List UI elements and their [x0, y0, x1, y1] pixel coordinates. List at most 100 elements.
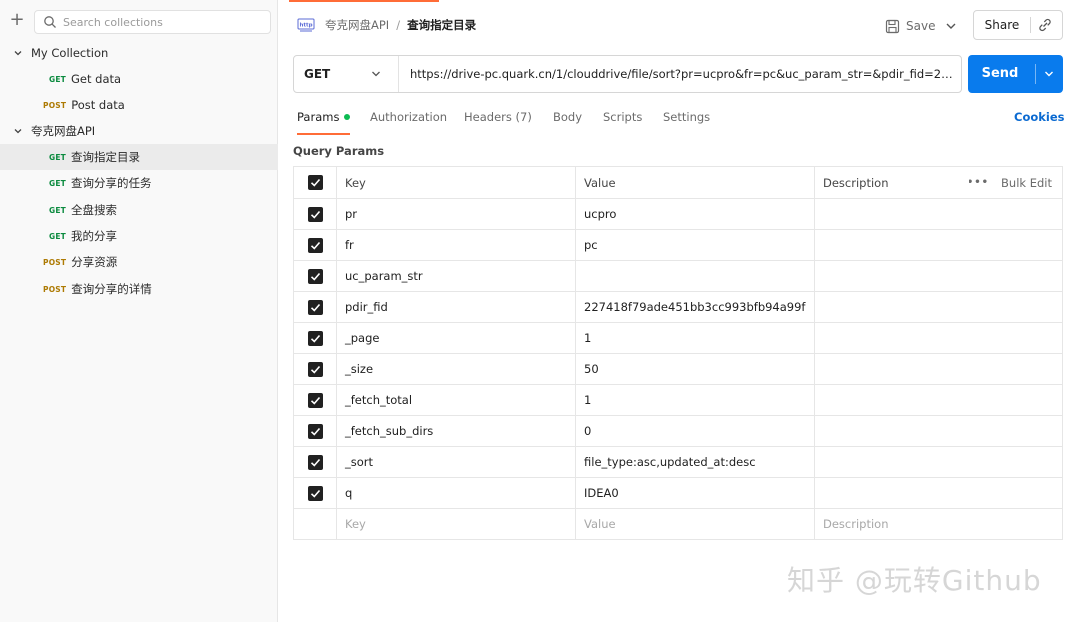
- param-key[interactable]: _page: [336, 322, 576, 354]
- sidebar-folder[interactable]: 夸克网盘API: [0, 118, 278, 144]
- method-badge: POST: [43, 284, 67, 294]
- tab-authorization[interactable]: Authorization: [370, 104, 447, 130]
- send-button[interactable]: Send: [968, 55, 1032, 93]
- param-value[interactable]: 50: [575, 353, 815, 385]
- search-collections-box[interactable]: [34, 10, 271, 34]
- param-value[interactable]: [575, 260, 815, 292]
- chevron-down-icon[interactable]: [11, 46, 25, 60]
- send-options-chevron-down-icon[interactable]: [1043, 68, 1055, 80]
- param-key[interactable]: pr: [336, 198, 576, 230]
- param-description[interactable]: [814, 415, 1063, 447]
- param-key[interactable]: _fetch_sub_dirs: [336, 415, 576, 447]
- row-checkbox[interactable]: [307, 392, 323, 408]
- method-chevron-down-icon[interactable]: [370, 68, 382, 80]
- query-params-title: Query Params: [293, 144, 385, 158]
- method-select[interactable]: GET: [304, 56, 330, 92]
- select-all-checkbox[interactable]: [307, 175, 323, 190]
- param-description[interactable]: [814, 322, 1063, 354]
- chevron-down-icon[interactable]: [11, 124, 25, 138]
- new-value-input[interactable]: Value: [575, 508, 815, 540]
- tab-settings[interactable]: Settings: [663, 104, 710, 130]
- row-checkbox-cell: [293, 384, 337, 416]
- param-description[interactable]: [814, 198, 1063, 230]
- search-input[interactable]: [63, 14, 263, 30]
- save-options-chevron-down-icon[interactable]: [943, 18, 959, 34]
- sidebar-item-label: 全盘搜索: [71, 203, 117, 217]
- sidebar-request-item[interactable]: GET 我的分享: [0, 223, 278, 249]
- param-description[interactable]: [814, 353, 1063, 385]
- param-description[interactable]: [814, 446, 1063, 478]
- more-options-icon[interactable]: •••: [969, 177, 990, 188]
- param-key[interactable]: _fetch_total: [336, 384, 576, 416]
- sidebar-item-label: 夸克网盘API: [31, 124, 96, 138]
- method-badge: GET: [49, 152, 66, 162]
- row-checkbox-cell: [293, 260, 337, 292]
- column-header-value: Value: [575, 166, 815, 199]
- sidebar-item-label: My Collection: [31, 46, 109, 60]
- row-checkbox[interactable]: [307, 454, 323, 470]
- row-checkbox[interactable]: [307, 237, 323, 253]
- breadcrumb-parent[interactable]: 夸克网盘API: [325, 17, 389, 33]
- bulk-edit-button[interactable]: Bulk Edit: [1001, 176, 1061, 190]
- share-button[interactable]: Share: [974, 11, 1030, 39]
- param-key[interactable]: q: [336, 477, 576, 509]
- row-checkbox[interactable]: [307, 268, 323, 284]
- param-key[interactable]: uc_param_str: [336, 260, 576, 292]
- new-key-input[interactable]: Key: [336, 508, 576, 540]
- param-key[interactable]: fr: [336, 229, 576, 261]
- param-description[interactable]: [814, 477, 1063, 509]
- param-value[interactable]: 1: [575, 384, 815, 416]
- row-checkbox[interactable]: [307, 330, 323, 346]
- sidebar-request-item[interactable]: GET Get data: [0, 66, 278, 92]
- param-value[interactable]: 0: [575, 415, 815, 447]
- table-row: q IDEA0: [293, 477, 1063, 509]
- param-value[interactable]: 227418f79ade451bb3cc993bfb94a99f: [575, 291, 815, 323]
- row-checkbox[interactable]: [307, 361, 323, 377]
- row-checkbox[interactable]: [307, 485, 323, 501]
- param-value[interactable]: ucpro: [575, 198, 815, 230]
- sidebar-item-label: Post data: [71, 98, 125, 112]
- cookies-link[interactable]: Cookies: [1014, 110, 1064, 124]
- method-badge: GET: [49, 74, 66, 84]
- param-value[interactable]: pc: [575, 229, 815, 261]
- save-button[interactable]: Save: [885, 12, 935, 40]
- tab-scripts[interactable]: Scripts: [603, 104, 642, 130]
- tab-body[interactable]: Body: [553, 104, 582, 130]
- new-description-input[interactable]: Description: [814, 508, 1063, 540]
- new-collection-button[interactable]: +: [8, 10, 26, 30]
- row-checkbox[interactable]: [307, 206, 323, 222]
- copy-link-icon[interactable]: [1036, 17, 1054, 33]
- sidebar-item-label: Get data: [71, 72, 122, 86]
- param-value[interactable]: file_type:asc,updated_at:desc: [575, 446, 815, 478]
- param-description[interactable]: [814, 229, 1063, 261]
- row-checkbox[interactable]: [307, 423, 323, 439]
- param-description[interactable]: [814, 291, 1063, 323]
- sidebar-request-item[interactable]: POST 查询分享的详情: [0, 276, 278, 302]
- param-value[interactable]: 1: [575, 322, 815, 354]
- url-input[interactable]: https://drive-pc.quark.cn/1/clouddrive/f…: [410, 56, 956, 92]
- row-checkbox[interactable]: [307, 299, 323, 315]
- param-description[interactable]: [814, 260, 1063, 292]
- sidebar-request-item[interactable]: GET 查询分享的任务: [0, 170, 278, 196]
- tab-params[interactable]: Params: [297, 104, 351, 135]
- method-badge: GET: [49, 231, 66, 241]
- sidebar-request-item[interactable]: GET 查询指定目录: [0, 144, 278, 170]
- sidebar-request-item[interactable]: GET 全盘搜索: [0, 197, 278, 223]
- sidebar-folder[interactable]: My Collection: [0, 40, 278, 66]
- method-badge: POST: [43, 100, 67, 110]
- row-checkbox-cell: [293, 415, 337, 447]
- method-badge: GET: [49, 178, 66, 188]
- param-key[interactable]: _sort: [336, 446, 576, 478]
- sidebar-request-item[interactable]: POST 分享资源: [0, 249, 278, 275]
- send-button-group: Send: [968, 55, 1063, 93]
- param-key[interactable]: _size: [336, 353, 576, 385]
- sidebar: + My Collection GET Get data POST Post data 夸…: [0, 0, 278, 622]
- breadcrumb-current[interactable]: 查询指定目录: [407, 17, 476, 33]
- row-checkbox-cell: [293, 508, 337, 540]
- table-row: uc_param_str: [293, 260, 1063, 292]
- param-value[interactable]: IDEA0: [575, 477, 815, 509]
- sidebar-request-item[interactable]: POST Post data: [0, 92, 278, 118]
- param-description[interactable]: [814, 384, 1063, 416]
- tab-headers[interactable]: Headers (7): [464, 104, 532, 130]
- param-key[interactable]: pdir_fid: [336, 291, 576, 323]
